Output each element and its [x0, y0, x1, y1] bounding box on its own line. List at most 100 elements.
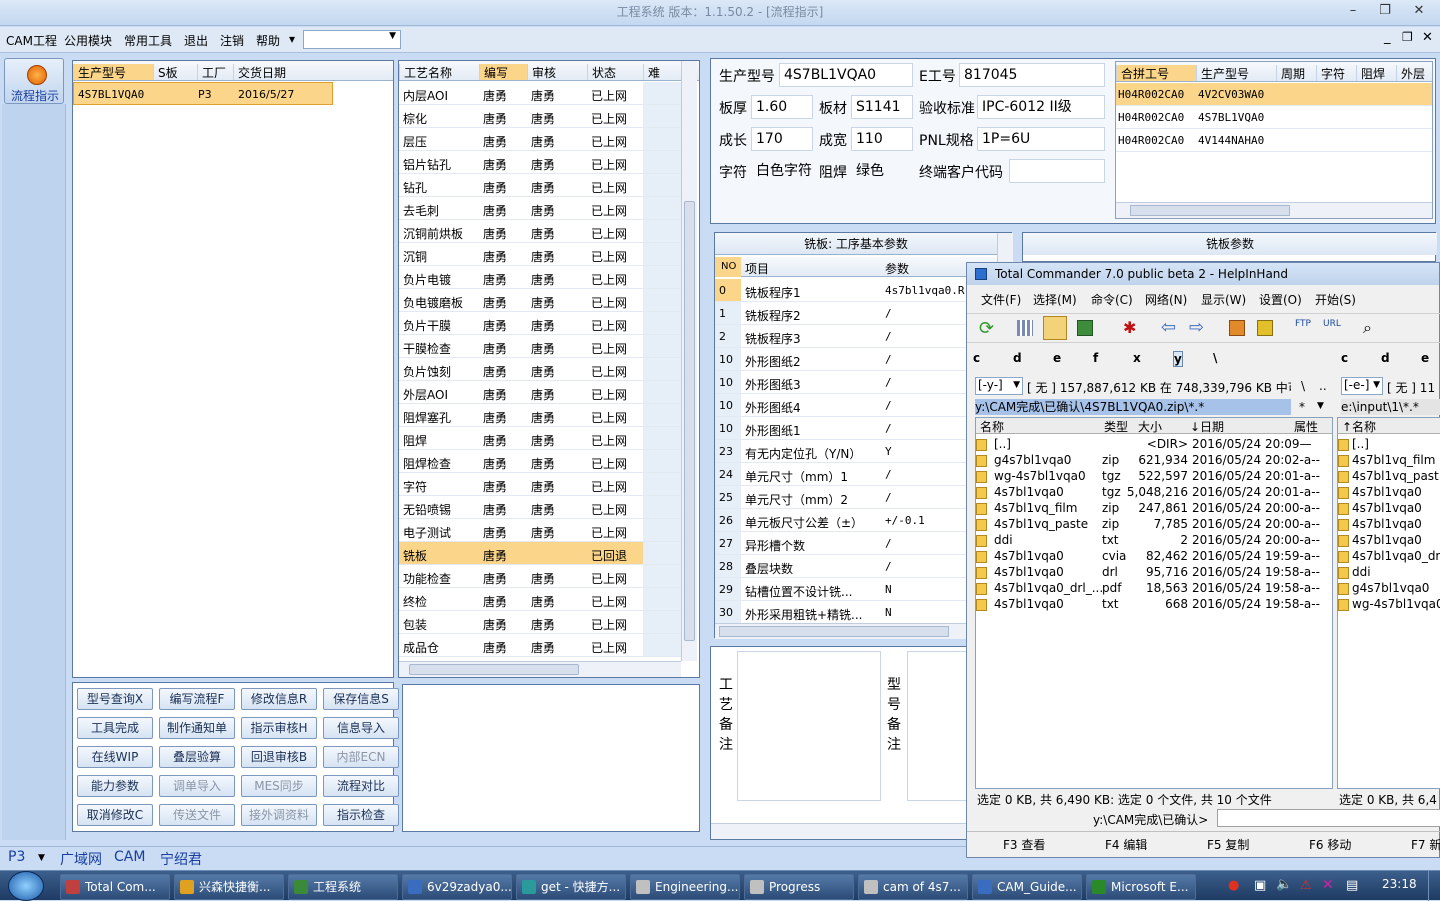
unpack-icon[interactable] [1257, 320, 1273, 336]
tc-menu-settings[interactable]: 设置(O) [1259, 291, 1302, 308]
clock[interactable]: 23:18 [1382, 877, 1417, 891]
table-row[interactable]: 10 外形图纸3/ [715, 371, 997, 394]
file-row[interactable]: g4s7bl1vqa0 [1338, 580, 1440, 596]
col-param[interactable]: 参数 [885, 260, 909, 277]
tab-wan[interactable]: 广域网 [60, 849, 102, 869]
file-row[interactable]: ddi [1338, 564, 1440, 580]
file-row[interactable]: 4s7bl1vqa0_dr [1338, 548, 1440, 564]
drive-button[interactable]: e [1421, 351, 1429, 365]
f4-edit-button[interactable]: F4 编辑 [1105, 836, 1147, 853]
col-char[interactable]: 字符 [1316, 65, 1356, 81]
flow-button[interactable]: 流程指示 [4, 58, 64, 104]
menu-help[interactable]: 帮助 [256, 32, 280, 49]
file-row[interactable]: 4s7bl1vq_film zip 247,861 2016/05/24 20:00-… [976, 500, 1332, 516]
table-row[interactable]: 23 有无内定位孔（Y/N） Y [715, 440, 997, 463]
col-difficulty[interactable]: 难 [643, 64, 673, 80]
action-button[interactable]: 指示检查 [323, 804, 399, 826]
mdi-close-button[interactable]: ✕ [1422, 30, 1433, 45]
table-row[interactable]: 10 外形图纸4/ [715, 394, 997, 417]
table-row[interactable]: H04R002CA0 4V2CV03WA0 [1116, 83, 1432, 106]
ftp-icon[interactable]: FTP [1295, 319, 1311, 329]
table-row[interactable]: 去毛刺 唐勇 唐勇 已上网 [399, 197, 681, 220]
field-customer[interactable] [1009, 159, 1105, 183]
tc-path-left[interactable]: y:\CAM完成\已确认\4S7BL1VQA0.zip\*.* [975, 399, 1291, 415]
field-standard[interactable]: IPC-6012 II级 [977, 95, 1105, 119]
col-combo-model[interactable]: 生产型号 [1196, 65, 1276, 81]
table-row[interactable]: 4S7BL1VQA0 P3 2016/5/27 [73, 82, 333, 105]
table-row[interactable]: 阻焊塞孔 唐勇 唐勇 已上网 [399, 404, 681, 427]
action-button[interactable]: MES同步 [241, 775, 317, 797]
col-item[interactable]: 项目 [745, 260, 769, 277]
file-row[interactable]: wg-4s7bl1vqa0 tgz 522,597 2016/05/24 20:01-… [976, 468, 1332, 484]
file-row[interactable]: 4s7bl1vqa0 [1338, 484, 1440, 500]
task-item[interactable]: get - 快捷方... [516, 874, 626, 900]
f6-move-button[interactable]: F6 移动 [1309, 836, 1351, 853]
table-row[interactable]: 字符 唐勇 唐勇 已上网 [399, 473, 681, 496]
tab-user[interactable]: 宁绍君 [160, 849, 202, 869]
file-row[interactable]: [..] <DIR> 2016/05/24 20:09— [976, 436, 1332, 452]
tc-col-name-right[interactable]: ↑名称 [1338, 418, 1440, 434]
table-row[interactable]: 功能检查 唐勇 唐勇 已上网 [399, 565, 681, 588]
field-length[interactable]: 170 [751, 127, 813, 151]
tc-menu-view[interactable]: 显示(W) [1201, 291, 1246, 308]
table-row[interactable]: 包装 唐勇 唐勇 已上网 [399, 611, 681, 634]
col-mask[interactable]: 阻焊 [1356, 65, 1396, 81]
file-row[interactable]: 4s7bl1vqa0_drl_... pdf 18,563 2016/05/24 19… [976, 580, 1332, 596]
action-button[interactable]: 流程对比 [323, 775, 399, 797]
task-item[interactable]: CAM_Guide... [972, 874, 1082, 900]
file-row[interactable]: 4s7bl1vq_paste zip 7,785 2016/05/24 20:00-a… [976, 516, 1332, 532]
action-button[interactable]: 叠层验算 [159, 746, 235, 768]
table-row[interactable]: 层压 唐勇 唐勇 已上网 [399, 128, 681, 151]
table-row[interactable]: 沉铜 唐勇 唐勇 已上网 [399, 243, 681, 266]
table-row[interactable]: 电子测试 唐勇 唐勇 已上网 [399, 519, 681, 542]
tc-menu-start[interactable]: 开始(S) [1315, 291, 1356, 308]
tray-icon-1[interactable]: ● [1228, 878, 1239, 893]
task-item[interactable]: Total Com... [60, 874, 170, 900]
table-row[interactable]: 0 铣板程序1 4s7bl1vqa0.R [715, 279, 997, 302]
file-row[interactable]: wg-4s7bl1vqa0 [1338, 596, 1440, 612]
close-button[interactable]: ✕ [1402, 0, 1436, 22]
file-row[interactable]: ddi txt 2 2016/05/24 20:00-a-- [976, 532, 1332, 548]
action-button[interactable]: 在线WIP [77, 746, 153, 768]
table-row[interactable]: 终检 唐勇 唐勇 已上网 [399, 588, 681, 611]
params-hscroll[interactable] [715, 623, 997, 639]
maximize-button[interactable]: ❐ [1368, 0, 1402, 22]
table-row[interactable]: 2 铣板程序3/ [715, 325, 997, 348]
task-item[interactable]: Progress [744, 874, 854, 900]
field-material[interactable]: S1141 [851, 95, 913, 119]
table-row[interactable]: 28 叠层块数 / [715, 555, 997, 578]
table-row[interactable]: 30 外形采用粗铣+精铣... N [715, 601, 997, 624]
file-row[interactable]: 4s7bl1vqa0 drl 95,716 2016/05/24 19:58-a-- [976, 564, 1332, 580]
table-row[interactable]: 成品仓 唐勇 唐勇 已上网 [399, 634, 681, 657]
drive-button[interactable]: c [1341, 351, 1348, 365]
action-button[interactable]: 能力参数 [77, 775, 153, 797]
action-button[interactable]: 指示审核H [241, 717, 317, 739]
col-reviewer[interactable]: 审核 [527, 64, 587, 80]
field-char[interactable]: 白色字符 [751, 159, 813, 183]
invert-selection-icon[interactable]: ✱ [1123, 318, 1136, 337]
minimize-button[interactable]: – [1336, 0, 1370, 22]
task-item[interactable]: cam of 4s7... [858, 874, 968, 900]
table-row[interactable]: 阻焊 唐勇 唐勇 已上网 [399, 427, 681, 450]
col-date[interactable]: 交货日期 [233, 64, 333, 80]
action-button[interactable]: 信息导入 [323, 717, 399, 739]
field-model[interactable]: 4S7BL1VQA0 [779, 63, 913, 87]
table-row[interactable]: 负片电镀 唐勇 唐勇 已上网 [399, 266, 681, 289]
tc-up-button[interactable]: .. [1319, 379, 1327, 393]
action-button[interactable]: 接外调资料 [241, 804, 317, 826]
table-row[interactable]: 负片蚀刻 唐勇 唐勇 已上网 [399, 358, 681, 381]
file-row[interactable]: 4s7bl1vqa0 cvia 82,462 2016/05/24 19:59-a-- [976, 548, 1332, 564]
menu-cam[interactable]: CAM工程 [6, 32, 57, 49]
menu-tools[interactable]: 常用工具 [124, 32, 172, 49]
col-process[interactable]: 工艺名称 [399, 64, 479, 80]
col-writer[interactable]: 编写 [479, 64, 527, 80]
brief-view-icon[interactable] [1017, 320, 1033, 336]
action-button[interactable]: 回退审核B [241, 746, 317, 768]
chevron-down-icon[interactable]: ▼ [1317, 401, 1324, 411]
tc-drive-select-left[interactable]: [-y-] ▼ [975, 377, 1023, 395]
pack-icon[interactable] [1229, 320, 1245, 336]
tc-menu-select[interactable]: 选择(M) [1033, 291, 1077, 308]
table-row[interactable]: 无铅喷锡 唐勇 唐勇 已上网 [399, 496, 681, 519]
menu-public[interactable]: 公用模块 [64, 32, 112, 49]
table-row[interactable]: 外层AOI 唐勇 唐勇 已上网 [399, 381, 681, 404]
